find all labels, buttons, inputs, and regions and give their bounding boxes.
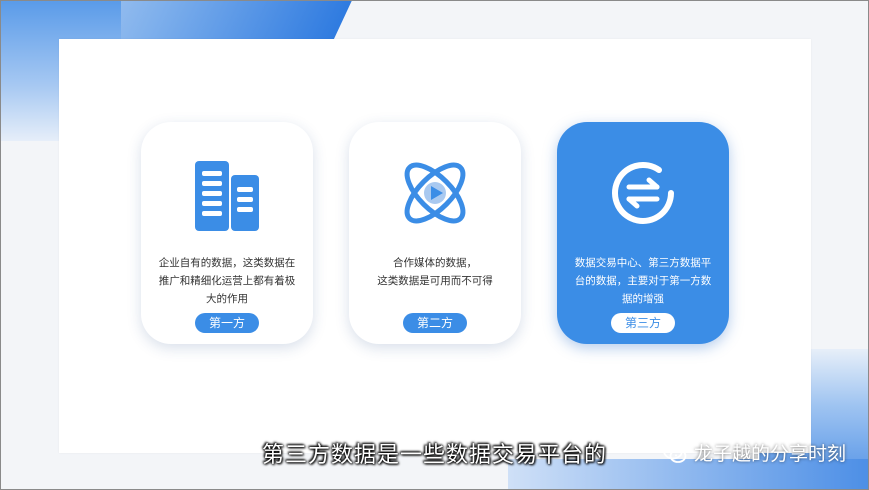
wechat-icon xyxy=(662,440,688,466)
media-orbit-icon xyxy=(349,152,521,234)
card-first-party: 企业自有的数据，这类数据在推广和精细化运营上都有着极大的作用 第一方 xyxy=(141,122,313,344)
watermark-text: 龙子越的分享时刻 xyxy=(693,443,846,465)
card-description: 数据交易中心、第三方数据平台的数据，主要对于第一方数据的增强 xyxy=(574,257,712,305)
exchange-icon xyxy=(557,152,729,234)
building-icon xyxy=(141,152,313,234)
card-third-party: 数据交易中心、第三方数据平台的数据，主要对于第一方数据的增强 第三方 xyxy=(557,122,729,344)
card-tag: 第二方 xyxy=(403,313,467,333)
card-description: 企业自有的数据，这类数据在推广和精细化运营上都有着极大的作用 xyxy=(158,257,296,305)
card-description: 合作媒体的数据， 这类数据是可用而不可得 xyxy=(377,257,493,287)
card-tag: 第一方 xyxy=(195,313,259,333)
slide-frame: 企业自有的数据，这类数据在推广和精细化运营上都有着极大的作用 第一方 合作媒体的… xyxy=(0,0,869,490)
watermark: 龙子越的分享时刻 xyxy=(662,439,846,466)
card-second-party: 合作媒体的数据， 这类数据是可用而不可得 第二方 xyxy=(349,122,521,344)
card-tag: 第三方 xyxy=(611,313,675,333)
